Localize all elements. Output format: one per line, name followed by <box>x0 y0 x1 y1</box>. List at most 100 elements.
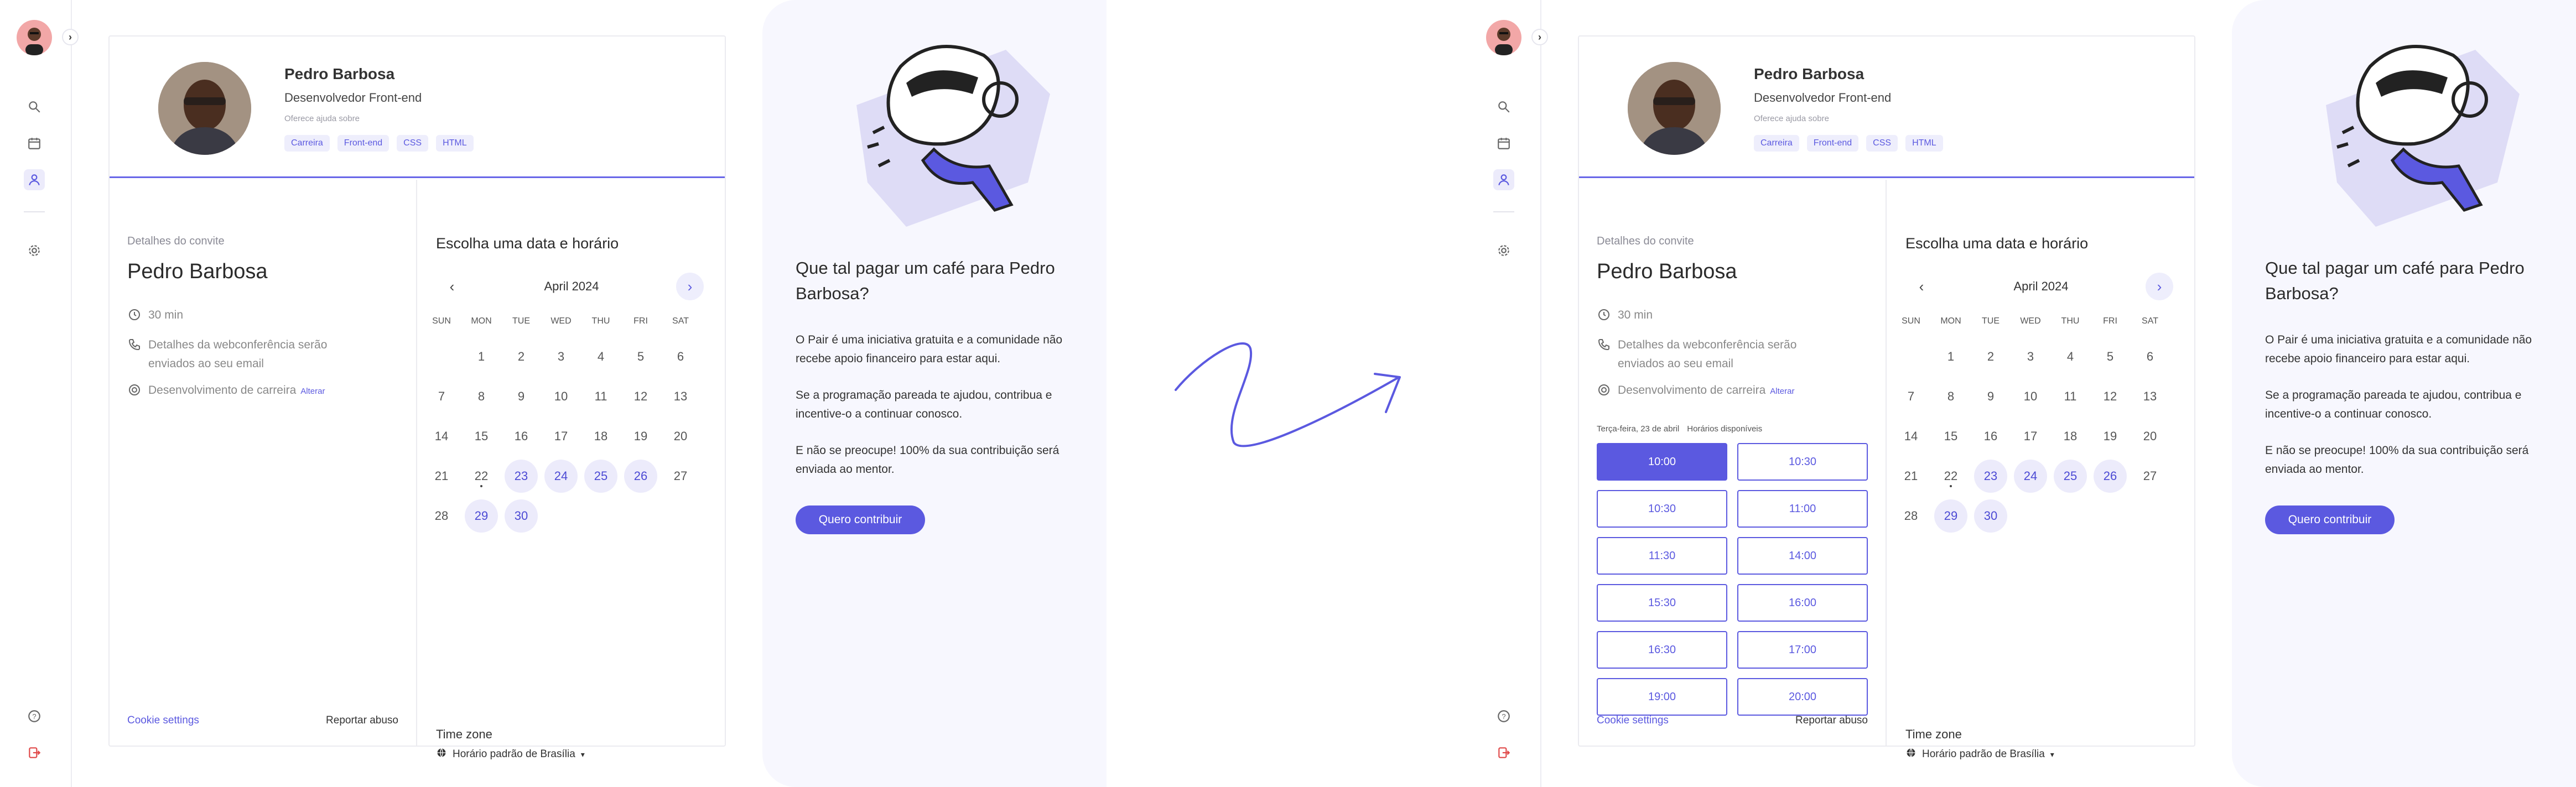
weekday-label: TUE <box>512 316 530 326</box>
search-icon[interactable] <box>1493 96 1514 117</box>
weekday-label: TUE <box>1982 316 1999 326</box>
calendar-day: 4 <box>2066 350 2074 363</box>
sidebar: › ? <box>1469 0 1548 787</box>
calendar-day-available[interactable]: 24 <box>2014 460 2047 493</box>
time-slot[interactable]: 11:30 <box>1597 537 1727 575</box>
time-slot-selected[interactable]: 10:00 <box>1597 443 1727 481</box>
globe-icon <box>436 747 447 762</box>
calendar-day: 18 <box>594 429 608 443</box>
contribute-button[interactable]: Quero contribuir <box>796 505 925 534</box>
calendar-day-available[interactable]: 30 <box>1974 499 2007 533</box>
user-icon[interactable] <box>24 169 45 190</box>
svg-text:?: ? <box>32 712 36 721</box>
change-topic-link[interactable]: Alterar <box>300 387 325 396</box>
calendar-day: 5 <box>637 350 645 363</box>
calendar-day: 11 <box>2064 389 2077 403</box>
time-slot[interactable]: 19:00 <box>1597 678 1727 716</box>
timezone-select[interactable]: Horário padrão de Brasília ▾ <box>1905 747 2054 762</box>
booking-card: Pedro Barbosa Desenvolvedor Front-end Of… <box>108 35 726 760</box>
time-slot[interactable]: 11:00 <box>1737 490 1868 528</box>
help-label: Oferece ajuda sobre <box>284 114 360 123</box>
calendar-day: 5 <box>2106 350 2114 363</box>
weekday-label: SUN <box>1902 316 1920 326</box>
coffee-paragraph-3: E não se preocupe! 100% da sua contribui… <box>796 444 1060 476</box>
calendar-day-available[interactable]: 29 <box>465 499 498 533</box>
calendar-day-available[interactable]: 29 <box>1934 499 1967 533</box>
duration: 30 min <box>148 309 184 321</box>
tag: HTML <box>1905 135 1943 152</box>
nav-divider <box>1493 211 1514 212</box>
tag: HTML <box>436 135 474 152</box>
calendar-day-available[interactable]: 26 <box>624 460 657 493</box>
calendar-day: 12 <box>633 389 648 403</box>
calendar-title: Escolha uma data e horário <box>1905 235 2089 252</box>
calendar-day-available[interactable]: 25 <box>584 460 617 493</box>
tag: Front-end <box>1806 135 1859 152</box>
time-slot[interactable]: 14:00 <box>1737 537 1868 575</box>
time-slot[interactable]: 17:00 <box>1737 631 1868 669</box>
time-slot[interactable]: 16:00 <box>1737 584 1868 622</box>
expand-sidebar-button[interactable]: › <box>62 29 79 45</box>
mentor-photo <box>158 62 251 155</box>
coffee-panel: Que tal pagar um café para Pedro Barbosa… <box>762 0 1107 787</box>
coffee-illustration <box>2326 45 2520 227</box>
calendar-day-available[interactable]: 30 <box>505 499 538 533</box>
caret-down-icon: ▾ <box>2050 749 2054 759</box>
search-icon[interactable] <box>24 96 45 117</box>
calendar-day: 14 <box>434 429 449 443</box>
timezone-select[interactable]: Horário padrão de Brasília ▾ <box>436 747 585 762</box>
time-slot[interactable]: 16:30 <box>1597 631 1727 669</box>
weekday-label: SAT <box>672 316 689 326</box>
calendar-icon[interactable] <box>1493 133 1514 154</box>
calendar-day: 13 <box>673 389 688 403</box>
help-icon[interactable]: ? <box>24 706 45 727</box>
chevron-right-icon[interactable]: › <box>676 273 704 300</box>
coffee-paragraph-3: E não se preocupe! 100% da sua contribui… <box>2265 444 2529 476</box>
calendar-day-available[interactable]: 23 <box>1974 460 2007 493</box>
cookie-settings-link[interactable]: Cookie settings <box>127 715 199 727</box>
time-slot[interactable]: 10:30 <box>1737 443 1868 481</box>
gear-icon[interactable] <box>24 240 45 261</box>
slot-header: Terça-feira, 23 de abril Horários disponí… <box>1597 423 1762 434</box>
coffee-paragraph-1: O Pair é uma iniciativa gratuita e a com… <box>796 333 1063 365</box>
report-abuse-link[interactable]: Reportar abuso <box>326 715 398 727</box>
avatar[interactable] <box>1486 20 1521 55</box>
expand-sidebar-button[interactable]: › <box>1531 29 1548 45</box>
avatar[interactable] <box>17 20 52 55</box>
time-slot[interactable]: 15:30 <box>1597 584 1727 622</box>
screen-before: › ? Pedro Barbosa Desenvolvedor Front-en… <box>0 0 1107 787</box>
timezone-label: Time zone <box>436 727 492 741</box>
cookie-settings-link[interactable]: Cookie settings <box>1597 715 1669 727</box>
calendar-day-available[interactable]: 25 <box>2054 460 2087 493</box>
calendar-day-available[interactable]: 24 <box>544 460 578 493</box>
time-slot[interactable]: 20:00 <box>1737 678 1868 716</box>
change-topic-link[interactable]: Alterar <box>1770 387 1794 396</box>
contribute-button[interactable]: Quero contribuir <box>2265 505 2395 534</box>
logout-icon[interactable] <box>1493 742 1514 763</box>
invite-label: Detalhes do convite <box>1597 235 1694 247</box>
tag-list: Carreira Front-end CSS HTML <box>1754 135 1943 152</box>
report-abuse-link[interactable]: Reportar abuso <box>1795 715 1868 727</box>
calendar-day: 10 <box>2023 389 2038 403</box>
calendar-day: 1 <box>477 350 485 363</box>
user-icon[interactable] <box>1493 169 1514 190</box>
chevron-right-icon[interactable]: › <box>2146 273 2173 300</box>
calendar-icon[interactable] <box>24 133 45 154</box>
calendar-day-available[interactable]: 23 <box>505 460 538 493</box>
duration-row: 30 min <box>127 306 183 325</box>
time-slot[interactable]: 10:30 <box>1597 490 1727 528</box>
target-icon <box>1597 381 1611 401</box>
conference-line-2: enviados ao seu email <box>148 357 264 370</box>
nav-divider <box>24 211 45 212</box>
calendar-day: 10 <box>554 389 568 403</box>
calendar-day: 19 <box>633 429 648 443</box>
logout-icon[interactable] <box>24 742 45 763</box>
gear-icon[interactable] <box>1493 240 1514 261</box>
coffee-title: Que tal pagar um café para Pedro Barbosa… <box>796 258 1055 303</box>
weekday-label: WED <box>550 316 572 326</box>
calendar-day: 15 <box>474 429 489 443</box>
help-icon[interactable]: ? <box>1493 706 1514 727</box>
calendar-day-available[interactable]: 26 <box>2094 460 2127 493</box>
calendar-day: 28 <box>1904 509 1918 523</box>
duration-row: 30 min <box>1597 306 1653 325</box>
